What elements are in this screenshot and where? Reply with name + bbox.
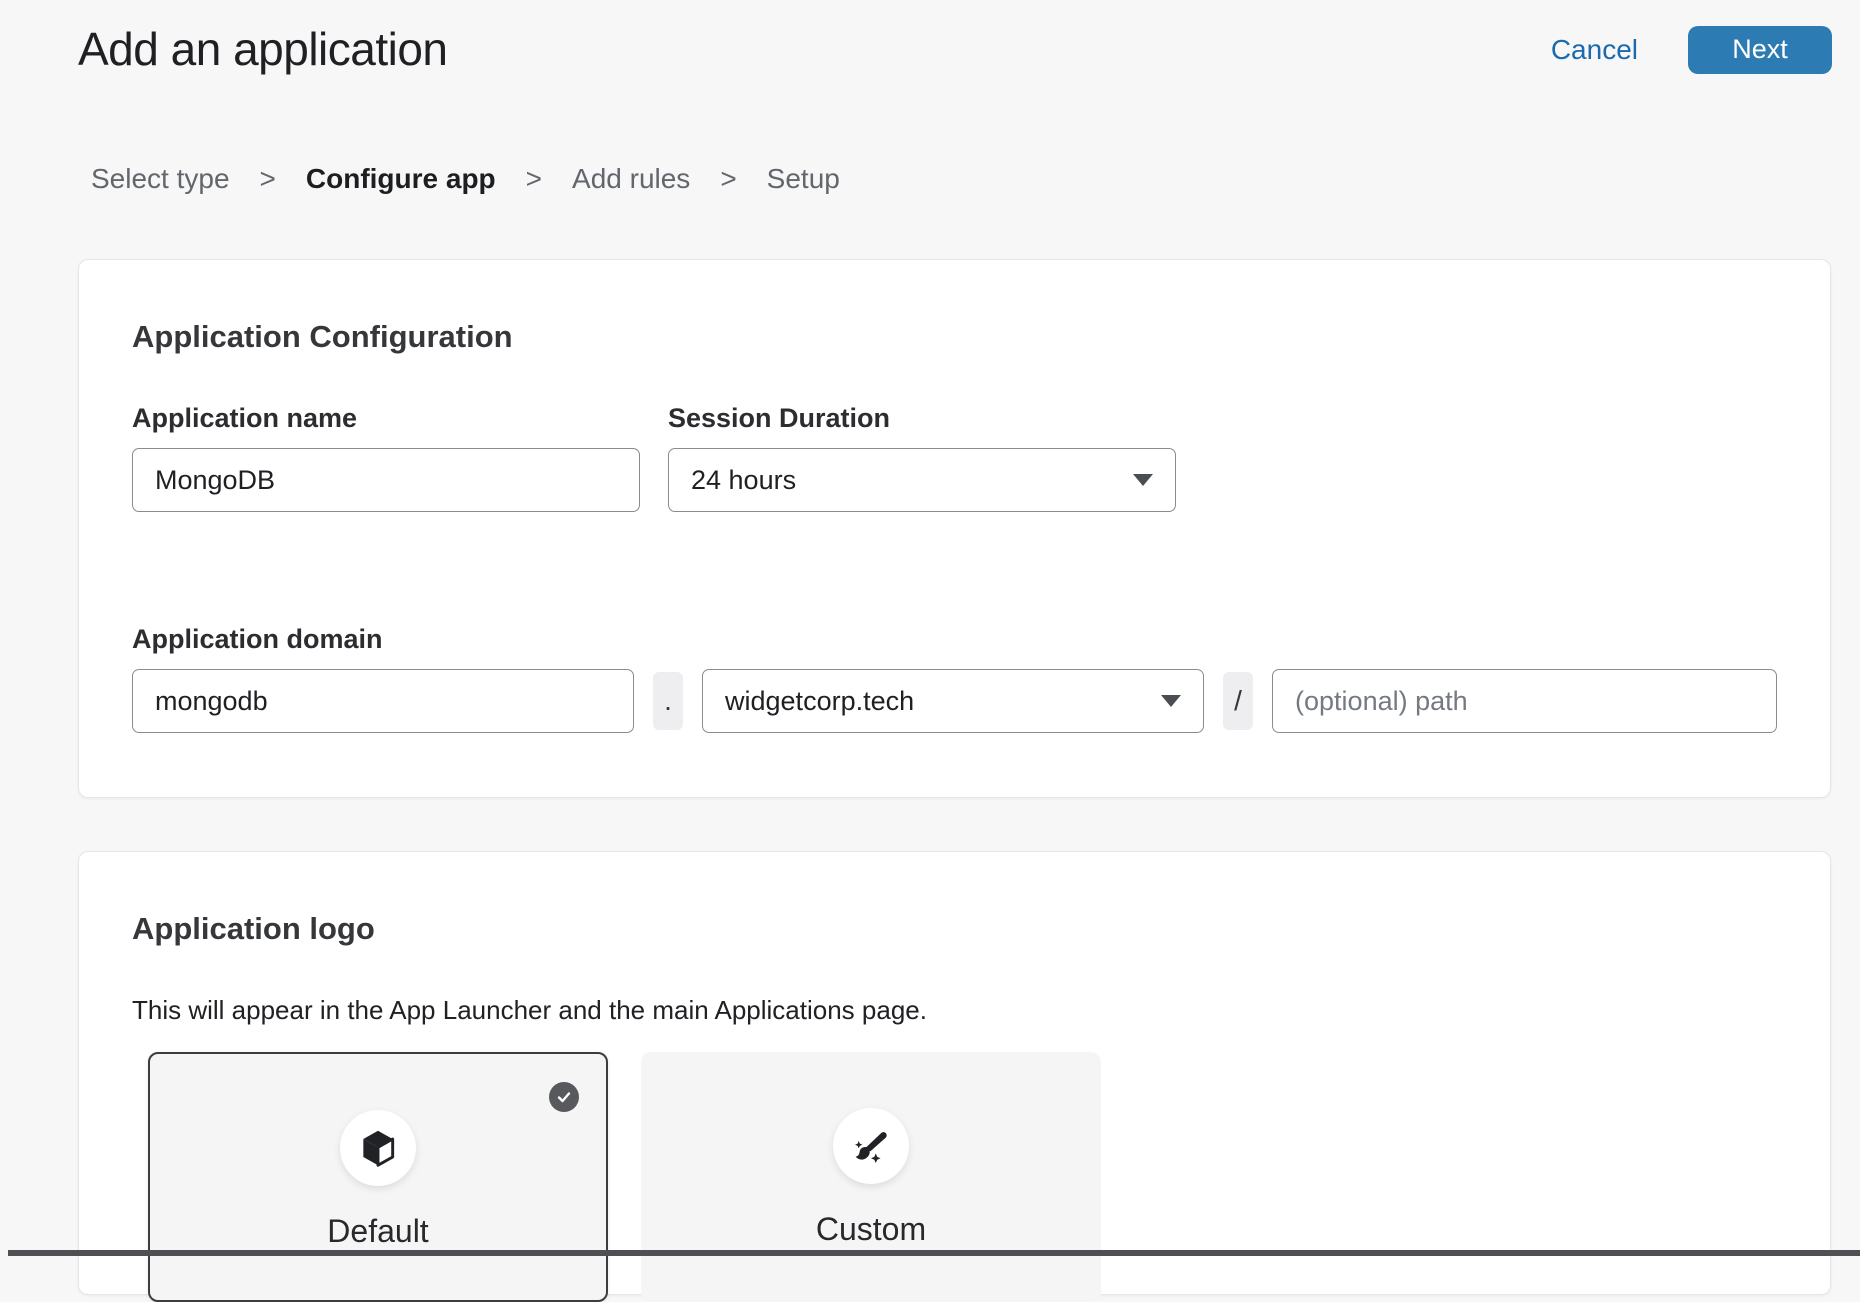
domain-select-value: widgetcorp.tech	[725, 686, 914, 717]
application-domain-section: Application domain . widgetcorp.tech /	[132, 624, 1777, 733]
session-duration-label: Session Duration	[668, 403, 1176, 434]
page-title: Add an application	[78, 22, 448, 77]
application-configuration-card: Application Configuration Application na…	[78, 259, 1831, 798]
breadcrumb-separator: >	[260, 163, 276, 195]
default-logo-circle	[340, 1110, 416, 1186]
breadcrumb-separator: >	[526, 163, 542, 195]
application-logo-description: This will appear in the App Launcher and…	[132, 994, 1777, 1027]
paintbrush-icon	[849, 1124, 893, 1168]
application-name-label: Application name	[132, 403, 640, 434]
breadcrumb-select-type[interactable]: Select type	[91, 163, 230, 195]
logo-option-custom[interactable]: Custom	[641, 1052, 1101, 1302]
page-header: Add an application Cancel Next	[0, 0, 1860, 77]
selected-check-badge	[549, 1082, 579, 1112]
custom-logo-circle	[833, 1108, 909, 1184]
horizontal-scrollbar[interactable]	[8, 1250, 1860, 1256]
check-icon	[555, 1088, 573, 1106]
path-input[interactable]	[1272, 669, 1777, 733]
session-duration-field-group: Session Duration 24 hours	[668, 403, 1176, 512]
chevron-down-icon	[1161, 695, 1181, 707]
breadcrumb-add-rules[interactable]: Add rules	[572, 163, 690, 195]
chevron-down-icon	[1133, 474, 1153, 486]
logo-options: Default Custom	[148, 1052, 1777, 1302]
logo-option-label: Default	[327, 1213, 428, 1250]
cube-icon	[356, 1126, 400, 1170]
breadcrumb-setup[interactable]: Setup	[767, 163, 840, 195]
cancel-button[interactable]: Cancel	[1545, 33, 1644, 67]
session-duration-select[interactable]: 24 hours	[668, 448, 1176, 512]
domain-select[interactable]: widgetcorp.tech	[702, 669, 1204, 733]
name-duration-row: Application name Session Duration 24 hou…	[132, 403, 1777, 512]
application-logo-card: Application logo This will appear in the…	[78, 851, 1831, 1295]
application-domain-label: Application domain	[132, 624, 1777, 655]
application-name-input[interactable]	[132, 448, 640, 512]
next-button[interactable]: Next	[1688, 26, 1832, 74]
application-logo-heading: Application logo	[132, 910, 1777, 947]
slash-separator: /	[1223, 672, 1253, 730]
logo-option-label: Custom	[816, 1211, 926, 1248]
subdomain-input[interactable]	[132, 669, 634, 733]
header-actions: Cancel Next	[1545, 26, 1832, 74]
breadcrumb-configure-app[interactable]: Configure app	[306, 163, 496, 195]
breadcrumb: Select type > Configure app > Add rules …	[91, 163, 1860, 195]
application-name-field-group: Application name	[132, 403, 640, 512]
dot-separator: .	[653, 672, 683, 730]
breadcrumb-separator: >	[720, 163, 736, 195]
session-duration-value: 24 hours	[691, 465, 796, 496]
logo-option-default[interactable]: Default	[148, 1052, 608, 1302]
application-domain-row: . widgetcorp.tech /	[132, 655, 1777, 733]
application-configuration-heading: Application Configuration	[132, 318, 1777, 355]
